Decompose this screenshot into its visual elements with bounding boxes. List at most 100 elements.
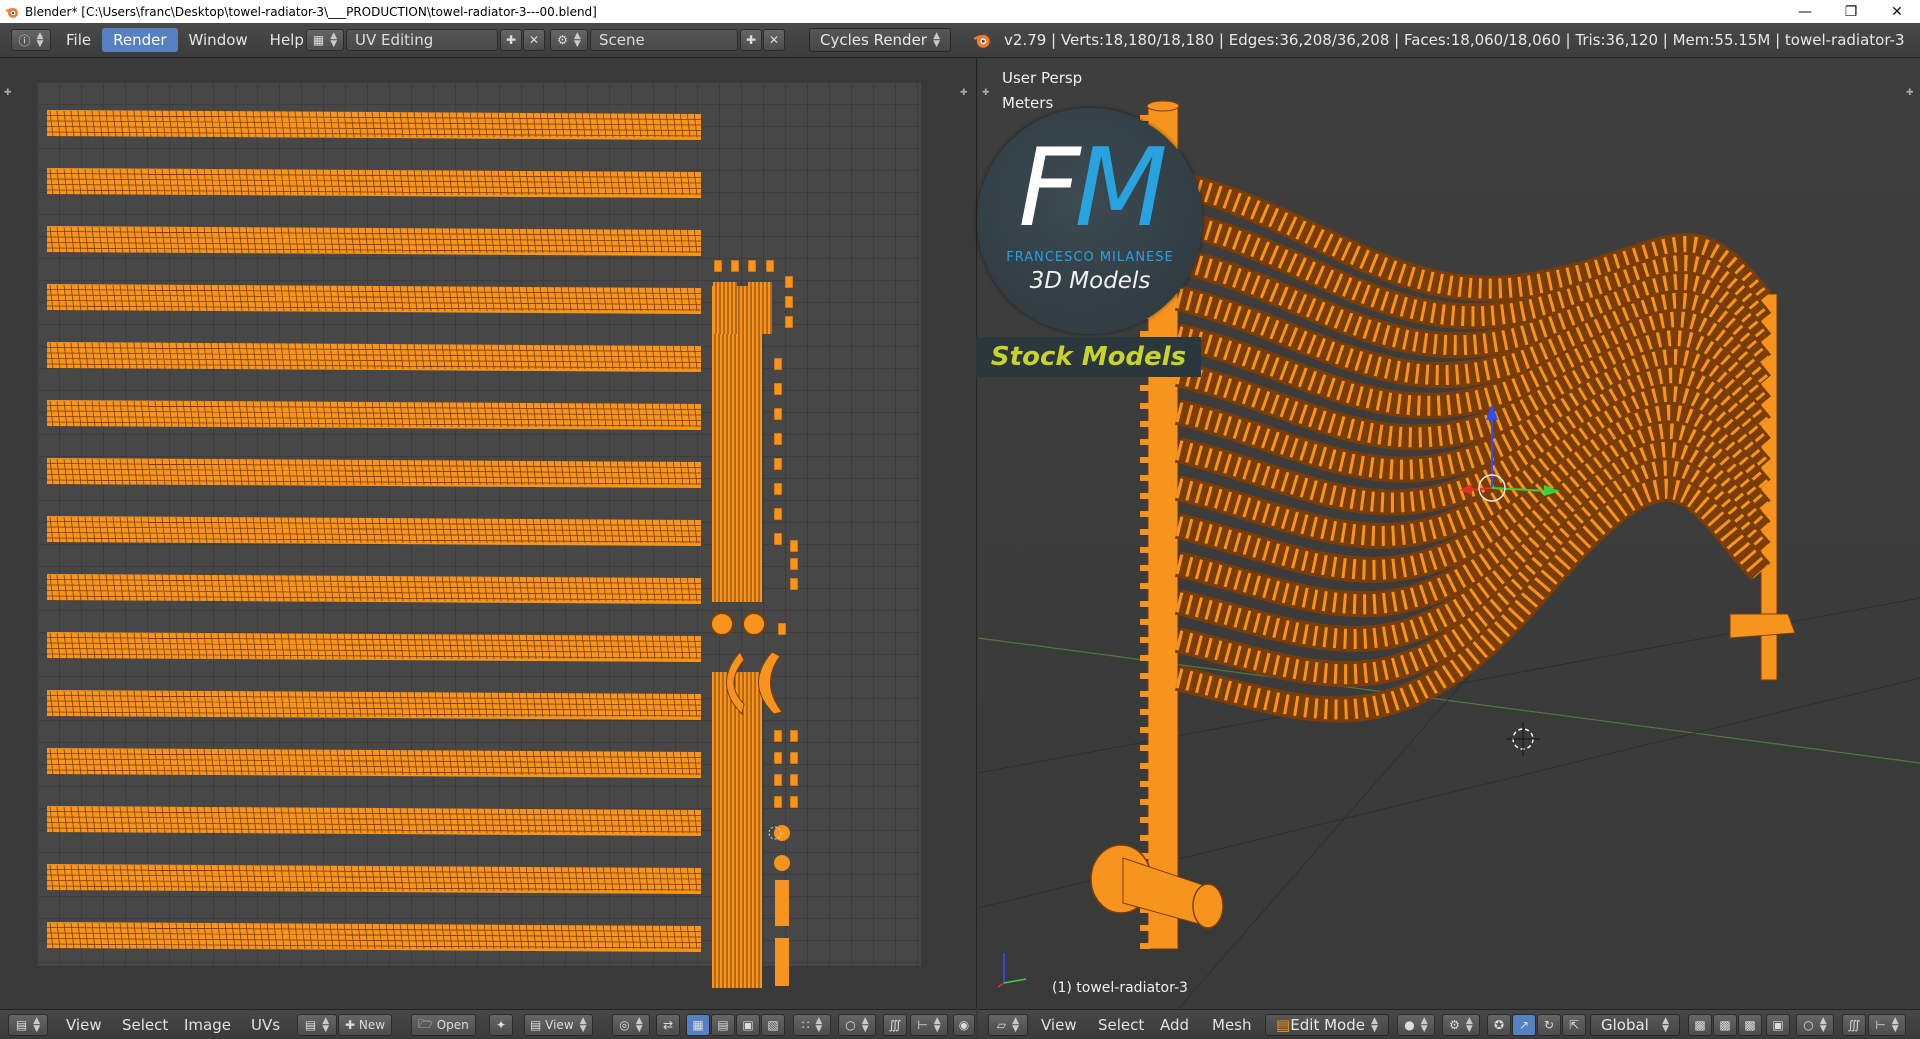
render-engine-dropdown[interactable]: Cycles Render ▲ ▼: [809, 28, 951, 52]
uv-strip-island: [46, 342, 702, 372]
add-layout-icon[interactable]: ✚: [500, 29, 522, 51]
new-image-button[interactable]: ✚ New: [338, 1014, 393, 1036]
uv-small-island: [784, 315, 794, 329]
uv-small-island: [765, 259, 775, 273]
uv-islands[interactable]: [0, 58, 976, 1009]
uv-image-editor[interactable]: ✚ ✚: [0, 58, 977, 1009]
edit-mode-icon: ▤: [1276, 1016, 1291, 1034]
editor-type-selector[interactable]: ⓘ ▲ ▼: [11, 28, 51, 52]
uv-small-island: [773, 729, 783, 743]
image-browse-icon[interactable]: ▤ ▲ ▼: [297, 1014, 337, 1036]
menu-window[interactable]: Window: [178, 28, 259, 52]
view-name: User Persp: [1002, 69, 1083, 87]
close-icon[interactable]: ✕: [1874, 0, 1920, 23]
uv-bar-island: [775, 880, 789, 926]
snap-icon[interactable]: ∭: [883, 1014, 907, 1036]
snap-element-icon[interactable]: ⊢ ▲ ▼: [1868, 1014, 1906, 1036]
add-scene-icon[interactable]: ✚: [740, 29, 762, 51]
uv-menu-view[interactable]: View: [66, 1014, 102, 1036]
manipulator-toggle-icon[interactable]: ✪: [1487, 1014, 1511, 1036]
menu-render[interactable]: Render: [102, 28, 178, 52]
pin-icon[interactable]: ✦: [489, 1014, 513, 1036]
info-icon[interactable]: ⓘ ▲ ▼: [11, 29, 51, 51]
open-image-button[interactable]: 🗁 Open: [411, 1014, 476, 1036]
proportional-edit-icon[interactable]: ○ ▲ ▼: [838, 1014, 876, 1036]
uv-small-island: [789, 557, 799, 571]
uv-small-island: [773, 751, 783, 765]
active-object-label: (1) towel-radiator-3: [1052, 980, 1188, 996]
menu-file[interactable]: File: [55, 28, 102, 52]
vp-menu-mesh[interactable]: Mesh: [1212, 1014, 1252, 1036]
scene-statistics: v2.79 | Verts:18,180/18,180 | Edges:36,2…: [1004, 31, 1905, 49]
vertex-select-icon[interactable]: ▦: [686, 1014, 710, 1036]
snap-toggle-icon[interactable]: ∭: [1842, 1014, 1866, 1036]
logo-author-name: FRANCESCO MILANESE: [1006, 250, 1174, 265]
uv-editor-header: ▤ ▲ ▼ View Select Image UVs ▤ ▲ ▼ ✚ New 🗁 Op…: [0, 1009, 976, 1039]
uv-small-island: [773, 532, 783, 546]
sample-icon[interactable]: ◉: [953, 1014, 975, 1036]
view-mode-dropdown[interactable]: ▤ View ▲ ▼: [524, 1014, 593, 1036]
uv-small-island: [773, 773, 783, 787]
logo-monogram: FM: [1018, 126, 1167, 251]
uv-strip-island: [46, 574, 702, 604]
uv-menu-uvs[interactable]: UVs: [251, 1014, 280, 1036]
vp-menu-view[interactable]: View: [1041, 1014, 1077, 1036]
uv-small-island: [773, 407, 783, 421]
snap-target-icon[interactable]: ⊢ ▲ ▼: [910, 1014, 948, 1036]
editor-type-3d-icon[interactable]: ▱ ▲ ▼: [988, 1014, 1028, 1036]
vp-menu-select[interactable]: Select: [1098, 1014, 1144, 1036]
face-select-icon[interactable]: ▣: [736, 1014, 760, 1036]
screen-layout-icon[interactable]: ▦ ▲ ▼: [306, 29, 344, 51]
remove-scene-icon[interactable]: ✕: [763, 29, 785, 51]
axis-gizmo-y: [1003, 978, 1027, 984]
vp-menu-add[interactable]: Add: [1160, 1014, 1189, 1036]
transform-orientation-label: Global: [1601, 1016, 1649, 1034]
pivot-icon[interactable]: ◎ ▲ ▼: [612, 1014, 650, 1036]
editor-type-image-icon[interactable]: ▤ ▲ ▼: [8, 1014, 48, 1036]
open-image-label: Open: [436, 1018, 469, 1032]
scale-manipulator-icon[interactable]: ⇱: [1562, 1014, 1586, 1036]
column-cap: [1146, 100, 1180, 112]
interaction-mode-label: Edit Mode: [1290, 1016, 1365, 1034]
interaction-mode-dropdown[interactable]: ▤ Edit Mode ▲ ▼: [1265, 1014, 1389, 1036]
uv-small-island: [773, 432, 783, 446]
uv-strip-island: [46, 922, 702, 952]
uv-column-island: [712, 672, 762, 988]
uv-small-island: [773, 457, 783, 471]
edge-select-mode-icon[interactable]: ▩: [1713, 1014, 1737, 1036]
uv-small-island: [730, 259, 740, 273]
blender-logo-icon: [973, 28, 991, 52]
left-foot-end: [1192, 883, 1224, 929]
translate-manipulator-icon[interactable]: ↗: [1512, 1014, 1536, 1036]
viewport-shading-icon[interactable]: ● ▲ ▼: [1397, 1014, 1435, 1036]
transform-orientation-dropdown[interactable]: Global ▲ ▼: [1590, 1014, 1680, 1036]
uv-small-island: [789, 729, 799, 743]
uv-small-island: [773, 507, 783, 521]
pivot-point-icon[interactable]: ⚙ ▲ ▼: [1442, 1014, 1480, 1036]
scene-field[interactable]: Scene: [590, 29, 738, 51]
uv-arc-island: [758, 651, 783, 715]
minimize-icon[interactable]: —: [1782, 0, 1828, 23]
screen-layout-field[interactable]: UV Editing: [346, 29, 498, 51]
sticky-mode-icon[interactable]: ∷ ▲ ▼: [793, 1014, 831, 1036]
restore-icon[interactable]: ❐: [1828, 0, 1874, 23]
proportional-editing-icon[interactable]: ○ ▲ ▼: [1796, 1014, 1834, 1036]
uv-menu-select[interactable]: Select: [122, 1014, 168, 1036]
uv-disc-island: [774, 855, 790, 871]
window-title: Blender* [C:\Users\franc\Desktop\towel-r…: [25, 4, 597, 19]
face-select-mode-icon[interactable]: ▩: [1738, 1014, 1762, 1036]
vertex-select-mode-icon[interactable]: ▩: [1688, 1014, 1712, 1036]
uv-strip-island: [46, 806, 702, 836]
occlude-geometry-icon[interactable]: ▣: [1766, 1014, 1790, 1036]
uv-strip-island: [46, 284, 702, 314]
island-select-icon[interactable]: ▧: [761, 1014, 785, 1036]
view-mode-label: View: [545, 1018, 574, 1032]
scene-icon[interactable]: ⚙ ▲ ▼: [550, 29, 588, 51]
uv-small-island: [773, 482, 783, 496]
sync-selection-icon[interactable]: ⇄: [656, 1014, 680, 1036]
rotate-manipulator-icon[interactable]: ↻: [1537, 1014, 1561, 1036]
uv-small-island: [784, 275, 794, 289]
remove-layout-icon[interactable]: ✕: [523, 29, 545, 51]
edge-select-icon[interactable]: ▤: [711, 1014, 735, 1036]
uv-menu-image[interactable]: Image: [184, 1014, 231, 1036]
